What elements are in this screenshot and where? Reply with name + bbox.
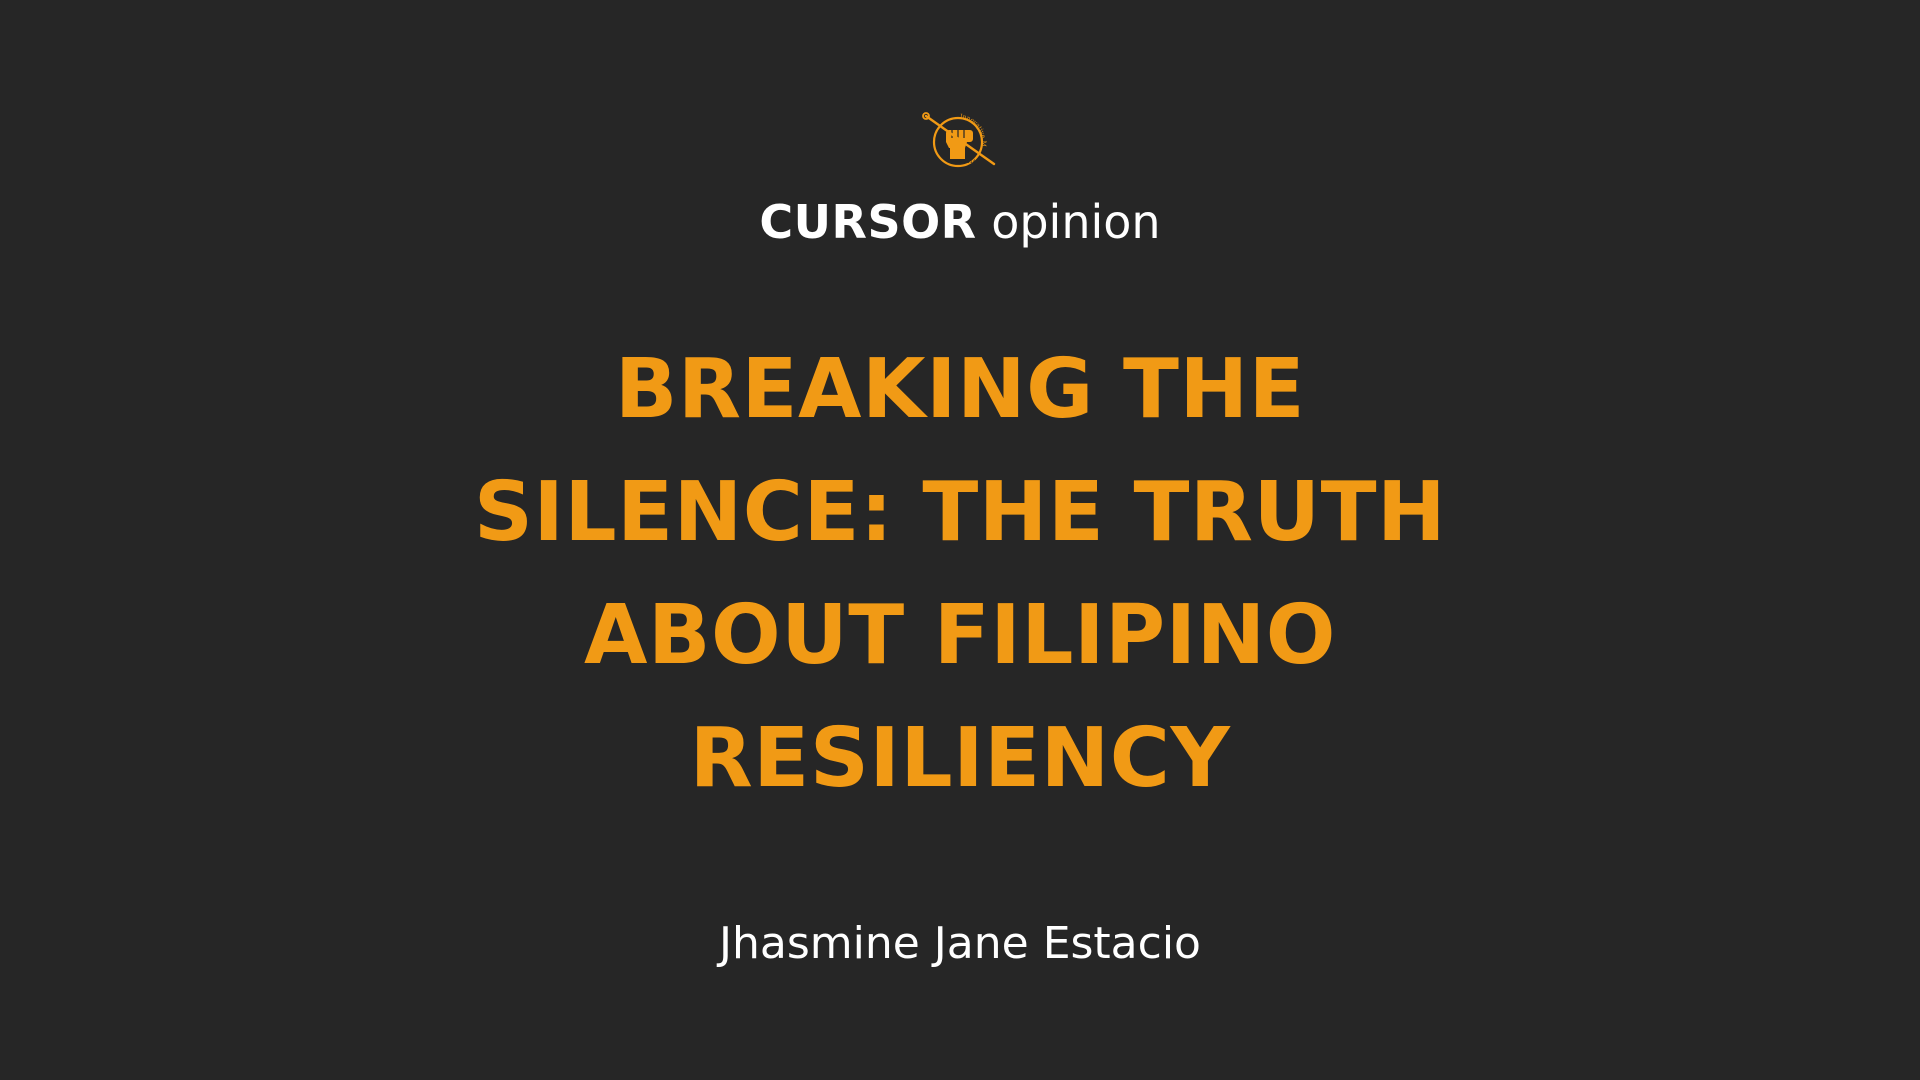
brand-name: CURSOR bbox=[759, 195, 977, 249]
title-line: RESILIENCY bbox=[689, 711, 1231, 806]
publication-brand: CURSOR opinion bbox=[0, 192, 1920, 252]
logo-year: 2014 bbox=[964, 159, 976, 165]
article-title: BREAKING THE SILENCE: THE TRUTH ABOUT FI… bbox=[360, 328, 1560, 820]
brand-section: opinion bbox=[991, 195, 1161, 249]
publication-logo: Innovative Mind 2014 bbox=[920, 108, 1000, 170]
title-line: BREAKING THE bbox=[614, 342, 1306, 437]
raised-fist-pen-icon: Innovative Mind 2014 bbox=[920, 108, 996, 168]
title-line: SILENCE: THE TRUTH bbox=[473, 465, 1447, 560]
article-author: Jhasmine Jane Estacio bbox=[719, 918, 1201, 969]
opinion-cover: Innovative Mind 2014 CURSOR opinion BREA… bbox=[0, 0, 1920, 1080]
title-line: ABOUT FILIPINO bbox=[584, 588, 1336, 683]
